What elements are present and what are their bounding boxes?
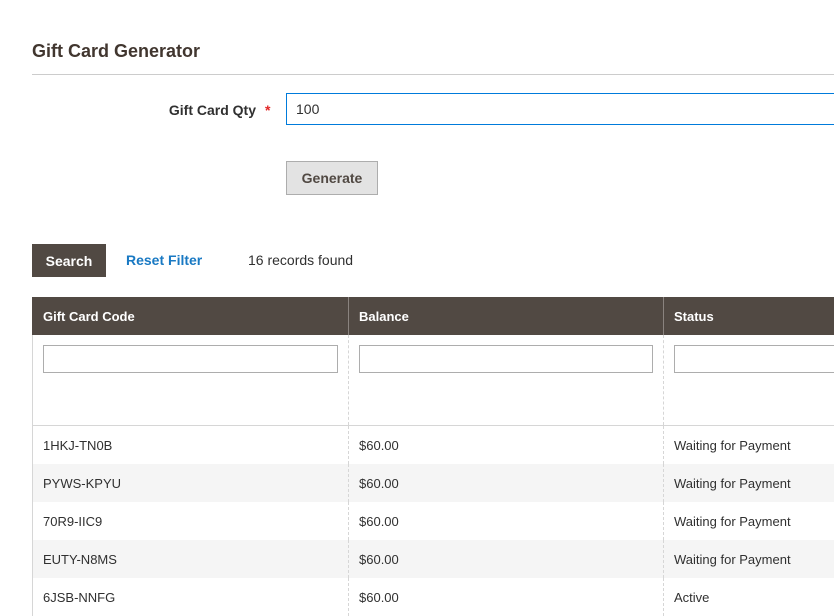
reset-filter-link[interactable]: Reset Filter [126,252,202,268]
cell-gift-card-code: EUTY-N8MS [33,540,349,578]
records-found-count: 16 records found [248,252,353,268]
filter-row [33,335,834,426]
cell-balance: $60.00 [349,502,664,540]
search-button[interactable]: Search [32,244,106,277]
cell-gift-card-code: 6JSB-NNFG [33,578,349,616]
cell-gift-card-code: 1HKJ-TN0B [33,426,349,465]
cell-status: Waiting for Payment [664,540,834,578]
filter-cell-status [664,335,834,426]
title-divider [32,74,834,75]
cell-status: Waiting for Payment [664,426,834,465]
column-header-balance[interactable]: Balance [349,297,664,335]
table-row[interactable]: PYWS-KPYU $60.00 Waiting for Payment [33,464,834,502]
page-title: Gift Card Generator [32,41,200,62]
table-row[interactable]: EUTY-N8MS $60.00 Waiting for Payment [33,540,834,578]
cell-gift-card-code: 70R9-IIC9 [33,502,349,540]
column-header-status[interactable]: Status [664,297,834,335]
filter-cell-code [33,335,349,426]
generate-button[interactable]: Generate [286,161,378,195]
filter-code-input[interactable] [43,345,338,373]
filter-status-input[interactable] [674,345,834,373]
table-row[interactable]: 70R9-IIC9 $60.00 Waiting for Payment [33,502,834,540]
cell-balance: $60.00 [349,426,664,465]
column-header-gift-card-code[interactable]: Gift Card Code [33,297,349,335]
required-indicator: * [265,102,270,118]
cell-balance: $60.00 [349,540,664,578]
gift-card-qty-input[interactable] [286,93,834,125]
cell-balance: $60.00 [349,578,664,616]
filter-balance-input[interactable] [359,345,653,373]
cell-status: Waiting for Payment [664,502,834,540]
table-row[interactable]: 1HKJ-TN0B $60.00 Waiting for Payment [33,426,834,465]
cell-gift-card-code: PYWS-KPYU [33,464,349,502]
cell-status: Waiting for Payment [664,464,834,502]
gift-card-grid: Gift Card Code Balance Status 1HKJ-TN0B … [32,297,834,616]
gift-card-qty-label: Gift Card Qty [169,102,256,118]
cell-status: Active [664,578,834,616]
table-row[interactable]: 6JSB-NNFG $60.00 Active [33,578,834,616]
grid-header-row: Gift Card Code Balance Status [33,297,834,335]
cell-balance: $60.00 [349,464,664,502]
filter-cell-balance [349,335,664,426]
